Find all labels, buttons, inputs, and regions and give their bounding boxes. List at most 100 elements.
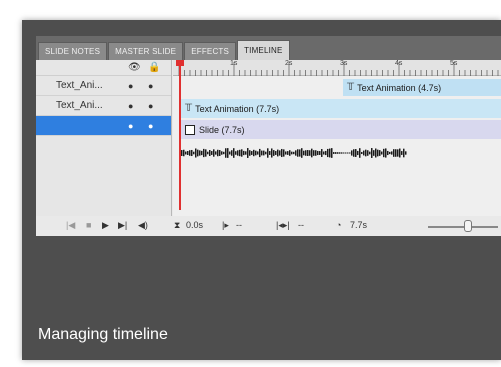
waveform-bar [397, 149, 399, 157]
waveform-bar [207, 151, 209, 155]
first-frame-icon[interactable]: |◀ [66, 220, 75, 231]
waveform-bar [211, 151, 213, 155]
waveform-bar [273, 150, 275, 156]
waveform-bar [401, 151, 403, 155]
slide-bar[interactable]: Slide (7.7s) [181, 120, 501, 139]
layer-name: Text_Ani... [56, 80, 103, 91]
waveform-bar [363, 150, 365, 156]
playhead[interactable] [179, 60, 181, 210]
waveform-bar [241, 149, 243, 157]
stop-icon[interactable]: ■ [86, 220, 91, 230]
visibility-toggle[interactable]: ● [128, 81, 133, 91]
layer-row[interactable]: Text_Ani... ● ● [36, 76, 171, 96]
zoom-slider-handle[interactable] [464, 220, 472, 232]
lock-toggle[interactable]: ● [148, 121, 153, 131]
eye-icon[interactable]: 👁 [128, 62, 141, 73]
waveform-bar [245, 151, 247, 155]
waveform-bar [253, 149, 255, 157]
waveform-bar [347, 152, 349, 154]
slide-icon [185, 124, 195, 135]
waveform-bar [319, 151, 321, 155]
time-ruler[interactable]: 1s 2s 3s 4s 5s [173, 60, 501, 76]
tab-timeline[interactable]: TIMELINE [237, 40, 290, 60]
waveform-bar [329, 148, 331, 158]
layer-name: Text_Ani... [56, 100, 103, 111]
waveform-bar [349, 152, 351, 154]
waveform-bar [307, 150, 309, 156]
lock-toggle[interactable]: ● [148, 101, 153, 111]
tab-master-slide[interactable]: MASTER SLIDE [108, 42, 184, 60]
waveform-bar [275, 151, 277, 155]
waveform-bar [351, 150, 353, 156]
playhead-handle[interactable] [176, 60, 184, 66]
waveform-bar [313, 150, 315, 156]
audio-icon[interactable]: ◀) [138, 220, 148, 231]
timeline-track-area[interactable]: 1s 2s 3s 4s 5s 𝕋 Text Animation (4.7s) 𝕋… [173, 60, 501, 236]
duration-value[interactable]: 7.7s [350, 220, 367, 230]
tab-effects[interactable]: EFFECTS [184, 42, 237, 60]
waveform-bar [293, 151, 295, 155]
waveform-bar [251, 151, 253, 155]
layer-list-header: 👁 🔒 [36, 60, 171, 76]
waveform-bar [193, 151, 195, 155]
fade-in-value[interactable]: -- [236, 220, 242, 230]
waveform-bar [187, 151, 189, 155]
waveform-bar [339, 152, 341, 154]
tab-slide-notes[interactable]: SLIDE NOTES [38, 42, 108, 60]
waveform-bar [229, 151, 231, 155]
waveform-bar [341, 152, 343, 154]
waveform-bar [199, 150, 201, 156]
waveform-bar [353, 149, 355, 157]
waveform-bar [309, 150, 311, 156]
layer-row-selected[interactable]: ● ● [36, 116, 171, 136]
waveform-bar [285, 151, 287, 155]
waveform-bar [359, 148, 361, 158]
ruler-label: 3s [340, 60, 348, 67]
lock-icon[interactable]: 🔒 [148, 62, 160, 73]
waveform-bar [391, 151, 393, 155]
waveform-bar [361, 151, 363, 155]
zoom-slider-track[interactable] [428, 226, 498, 228]
waveform-bar [281, 148, 283, 158]
waveform-bar [369, 151, 371, 155]
waveform-bar [321, 149, 323, 157]
text-animation-icon: 𝕋 [347, 82, 355, 93]
play-icon[interactable]: ▶ [102, 220, 109, 231]
waveform-bar [201, 150, 203, 156]
visibility-toggle[interactable]: ● [128, 121, 133, 131]
lock-toggle[interactable]: ● [148, 81, 153, 91]
waveform-bar [231, 150, 233, 156]
waveform-bar [217, 149, 219, 157]
fade-between-icon: |◂▸| [276, 220, 290, 230]
waveform-bar [259, 148, 261, 158]
layer-row[interactable]: Text_Ani... ● ● [36, 96, 171, 116]
waveform-bar [221, 151, 223, 155]
visibility-toggle[interactable]: ● [128, 101, 133, 111]
waveform-bar [243, 150, 245, 156]
waveform-bar [299, 149, 301, 157]
text-animation-icon: 𝕋 [185, 103, 193, 114]
waveform-bar [381, 151, 383, 155]
start-time-value[interactable]: 0.0s [186, 220, 203, 230]
waveform-bar [197, 149, 199, 157]
waveform-bar [375, 148, 377, 158]
waveform-bar [389, 151, 391, 155]
fade-in-icon: |▸ [222, 220, 229, 230]
caption: Managing timeline [38, 326, 168, 343]
audio-waveform[interactable] [181, 146, 411, 160]
waveform-bar [261, 150, 263, 156]
waveform-bar [189, 150, 191, 156]
next-frame-icon[interactable]: ▶| [118, 220, 127, 231]
waveform-bar [345, 152, 347, 154]
text-animation-bar-top[interactable]: 𝕋 Text Animation (4.7s) [343, 79, 501, 96]
waveform-bar [227, 148, 229, 158]
waveform-bar [373, 150, 375, 156]
waveform-bar [233, 148, 235, 158]
waveform-bar [311, 148, 313, 158]
waveform-bar [325, 150, 327, 156]
screenshot-frame: SLIDE NOTES MASTER SLIDE EFFECTS TIMELIN… [22, 20, 501, 360]
waveform-bar [247, 148, 249, 158]
fade-between-value[interactable]: -- [298, 220, 304, 230]
waveform-bar [287, 151, 289, 155]
text-animation-bar[interactable]: 𝕋 Text Animation (7.7s) [181, 99, 501, 118]
